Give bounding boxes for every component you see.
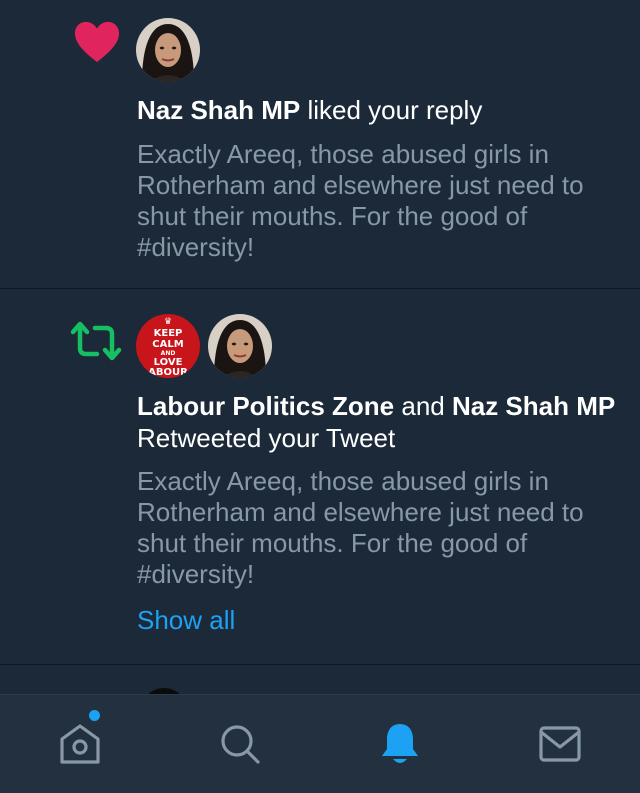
actor-name[interactable]: Labour Politics Zone bbox=[137, 391, 394, 421]
avatar-naz-shah[interactable] bbox=[136, 18, 200, 82]
bell-icon bbox=[382, 724, 418, 763]
avatar-text: CALM bbox=[152, 339, 184, 350]
avatar-naz-shah[interactable] bbox=[208, 314, 272, 378]
bottom-tab-bar bbox=[0, 694, 640, 793]
tab-search[interactable] bbox=[160, 695, 320, 793]
notification-headline: Naz Shah MP liked your reply bbox=[137, 94, 617, 126]
notification-headline: Labour Politics Zone and Naz Shah MP Ret… bbox=[137, 390, 617, 454]
heart-icon bbox=[74, 21, 120, 63]
avatar-text: KEEP bbox=[153, 328, 183, 339]
actor-name[interactable]: Naz Shah MP bbox=[137, 95, 300, 125]
tweet-text[interactable]: Exactly Areeq, those abused girls in Rot… bbox=[137, 466, 627, 590]
home-icon bbox=[60, 724, 100, 764]
divider bbox=[0, 664, 640, 665]
avatar-text: ABOUR bbox=[148, 367, 188, 378]
mail-icon bbox=[539, 726, 581, 762]
action-text: Retweeted your Tweet bbox=[137, 423, 396, 453]
notification-dot bbox=[89, 710, 100, 721]
tweet-text[interactable]: Exactly Areeq, those abused girls in Rot… bbox=[137, 139, 627, 263]
show-all-link[interactable]: Show all bbox=[137, 604, 235, 636]
search-icon bbox=[221, 725, 260, 764]
connector-text: and bbox=[394, 391, 452, 421]
crown-icon: ♛ bbox=[163, 317, 173, 327]
avatar-labour-politics-zone[interactable]: ♛ KEEP CALM AND LOVE ABOUR bbox=[136, 314, 200, 378]
tab-messages[interactable] bbox=[480, 695, 640, 793]
notification-like[interactable]: Naz Shah MP liked your reply Exactly Are… bbox=[0, 0, 640, 288]
tab-notifications[interactable] bbox=[320, 695, 480, 793]
retweet-icon bbox=[70, 321, 122, 361]
actor-name[interactable]: Naz Shah MP bbox=[452, 391, 615, 421]
tab-home[interactable] bbox=[0, 695, 160, 793]
action-text: liked your reply bbox=[300, 95, 483, 125]
